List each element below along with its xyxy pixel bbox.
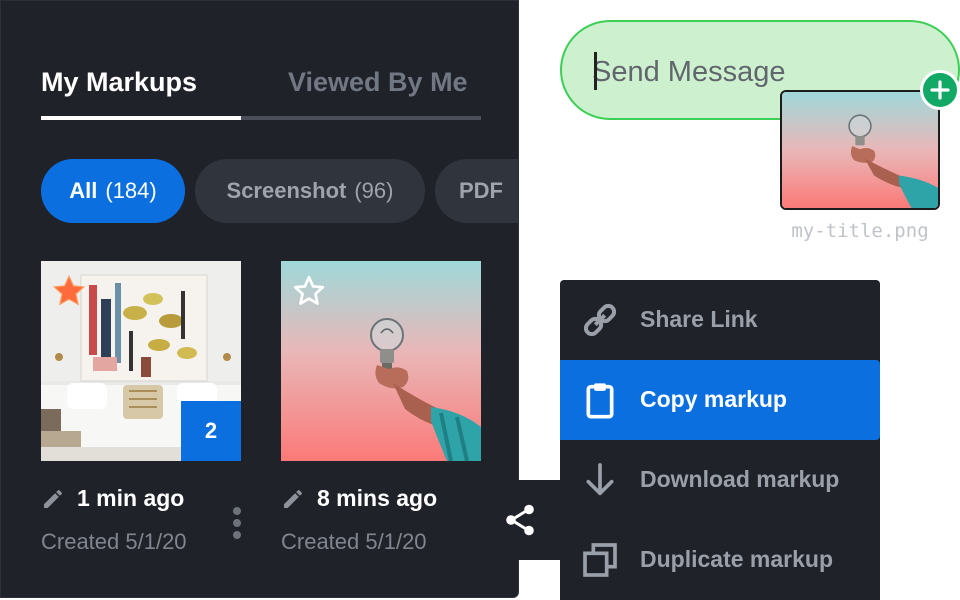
text-caret: [594, 52, 597, 90]
markup-card: 2 1 min ago Created 5/1/20: [41, 261, 241, 554]
filter-chip-label: Screenshot: [226, 178, 347, 203]
filter-chip-label: All: [69, 178, 98, 203]
star-filled-icon[interactable]: [51, 273, 87, 309]
menu-item-download-markup[interactable]: Download markup: [560, 440, 880, 520]
markup-created-date: Created 5/1/20: [41, 529, 187, 554]
tab-viewed-by-me[interactable]: Viewed By Me: [288, 67, 468, 98]
duplicate-icon: [583, 543, 617, 577]
link-icon: [583, 303, 617, 337]
markup-thumbnail-bedroom[interactable]: 2: [41, 261, 241, 461]
attachment-preview[interactable]: [780, 90, 940, 210]
attachment-filename: my-title.png: [791, 220, 929, 242]
filter-chip-all[interactable]: All (184): [41, 159, 185, 223]
pencil-icon: [44, 489, 62, 508]
menu-item-label: Duplicate markup: [640, 546, 833, 572]
filter-chips: All (184) Screenshot (96) PDF: [41, 159, 518, 223]
menu-item-copy-markup[interactable]: Copy markup: [560, 360, 880, 440]
markup-card: 8 mins ago Created 5/1/20: [281, 261, 481, 554]
tab-bar: My Markups Viewed By Me: [41, 61, 481, 121]
markup-created-date: Created 5/1/20: [281, 529, 427, 554]
filter-chip-label: PDF: [459, 178, 503, 203]
markup-time-text: 8 mins ago: [317, 485, 438, 511]
markups-panel: My Markups Viewed By Me All (184) Screen…: [0, 0, 519, 598]
pencil-icon: [284, 489, 302, 508]
tab-my-markups[interactable]: My Markups: [41, 67, 197, 98]
share-icon: [506, 504, 534, 536]
star-outline-icon[interactable]: [291, 273, 327, 309]
filter-chip-screenshot[interactable]: Screenshot (96): [195, 159, 425, 223]
send-message-input[interactable]: [592, 50, 812, 94]
filter-chip-pdf[interactable]: PDF: [435, 159, 518, 223]
markup-time: 8 mins ago: [281, 485, 437, 512]
lightbulb-photo-image: [782, 92, 938, 208]
menu-item-duplicate-markup[interactable]: Duplicate markup: [560, 520, 880, 600]
attachment-thumbnail: [780, 90, 940, 210]
tab-active-indicator: [41, 116, 241, 120]
share-context-menu: Share Link Copy markup Download markup D…: [560, 280, 880, 600]
menu-item-share-link[interactable]: Share Link: [560, 280, 880, 360]
markup-time: 1 min ago: [41, 485, 184, 512]
clipboard-icon: [586, 383, 614, 419]
add-attachment-button[interactable]: [920, 70, 960, 110]
filter-chip-count: (96): [354, 178, 394, 203]
menu-item-label: Share Link: [640, 306, 758, 332]
download-arrow-icon: [586, 463, 614, 496]
plus-icon: [930, 80, 950, 100]
markup-thumbnail-lightbulb[interactable]: [281, 261, 481, 461]
version-count-badge: 2: [181, 401, 241, 461]
filter-chip-count: (184): [105, 178, 157, 203]
markup-time-text: 1 min ago: [77, 485, 185, 511]
menu-item-label: Copy markup: [640, 386, 787, 412]
menu-item-label: Download markup: [640, 466, 840, 492]
share-button[interactable]: [480, 480, 560, 560]
more-vertical-icon[interactable]: [231, 505, 243, 541]
